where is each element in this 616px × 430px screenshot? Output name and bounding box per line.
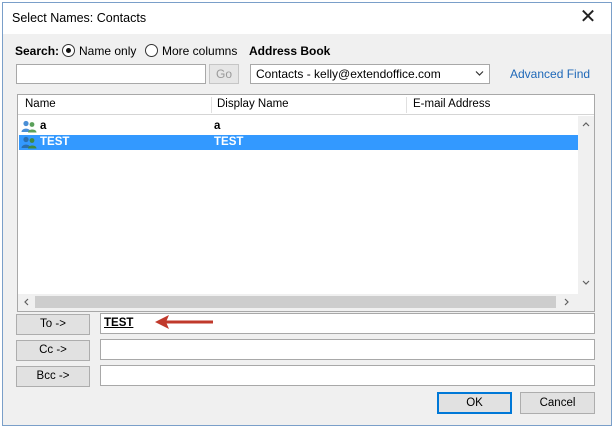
close-icon[interactable]: ✕ xyxy=(579,6,597,28)
contact-group-icon xyxy=(21,120,37,133)
address-book-label: Address Book xyxy=(249,44,331,58)
contacts-list[interactable]: Name Display Name E-mail Address a a TES… xyxy=(17,94,595,312)
column-email[interactable]: E-mail Address xyxy=(413,98,490,110)
contact-display-name: a xyxy=(214,120,221,132)
column-divider[interactable] xyxy=(406,97,407,113)
scrollbar-corner xyxy=(578,294,594,311)
horizontal-scrollbar[interactable] xyxy=(18,294,578,311)
search-label: Search: xyxy=(15,44,60,58)
chevron-down-icon xyxy=(475,71,484,76)
select-names-dialog: Select Names: Contacts ✕ Search: Name on… xyxy=(2,2,612,426)
column-display-name[interactable]: Display Name xyxy=(217,98,289,110)
go-button[interactable]: Go xyxy=(209,64,239,84)
to-button[interactable]: To -> xyxy=(16,314,90,335)
contact-row[interactable]: a a xyxy=(19,119,578,134)
ok-button[interactable]: OK xyxy=(437,392,512,414)
contact-name: TEST xyxy=(40,136,70,148)
to-recipient: TEST xyxy=(104,317,134,329)
contact-name: a xyxy=(40,120,47,132)
contact-row-selected[interactable]: TEST TEST xyxy=(19,135,578,150)
column-divider[interactable] xyxy=(211,97,212,113)
horizontal-scroll-thumb[interactable] xyxy=(35,296,556,308)
contact-display-name: TEST xyxy=(214,136,244,148)
contact-group-icon xyxy=(21,136,37,149)
scroll-down-icon[interactable] xyxy=(582,280,590,286)
cancel-button[interactable]: Cancel xyxy=(520,392,595,414)
cc-field[interactable] xyxy=(100,339,595,360)
bcc-field[interactable] xyxy=(100,365,595,386)
advanced-find-link[interactable]: Advanced Find xyxy=(510,67,590,81)
annotation-arrow-icon xyxy=(155,315,213,329)
window-title: Select Names: Contacts xyxy=(12,11,147,25)
title-bar: Select Names: Contacts ✕ xyxy=(3,3,611,34)
scroll-right-icon[interactable] xyxy=(564,298,570,306)
name-only-label[interactable]: Name only xyxy=(79,44,136,58)
column-name[interactable]: Name xyxy=(25,98,56,110)
cc-button[interactable]: Cc -> xyxy=(16,340,90,361)
more-columns-label[interactable]: More columns xyxy=(162,44,237,58)
vertical-scrollbar[interactable] xyxy=(578,116,594,294)
bcc-button[interactable]: Bcc -> xyxy=(16,366,90,387)
address-book-selected: Contacts - kelly@extendoffice.com xyxy=(256,67,441,81)
name-only-radio[interactable] xyxy=(62,44,75,57)
scroll-left-icon[interactable] xyxy=(23,298,29,306)
list-header: Name Display Name E-mail Address xyxy=(18,95,594,115)
address-book-select[interactable]: Contacts - kelly@extendoffice.com xyxy=(250,64,490,84)
search-input[interactable] xyxy=(16,64,206,84)
scroll-up-icon[interactable] xyxy=(582,121,590,127)
more-columns-radio[interactable] xyxy=(145,44,158,57)
